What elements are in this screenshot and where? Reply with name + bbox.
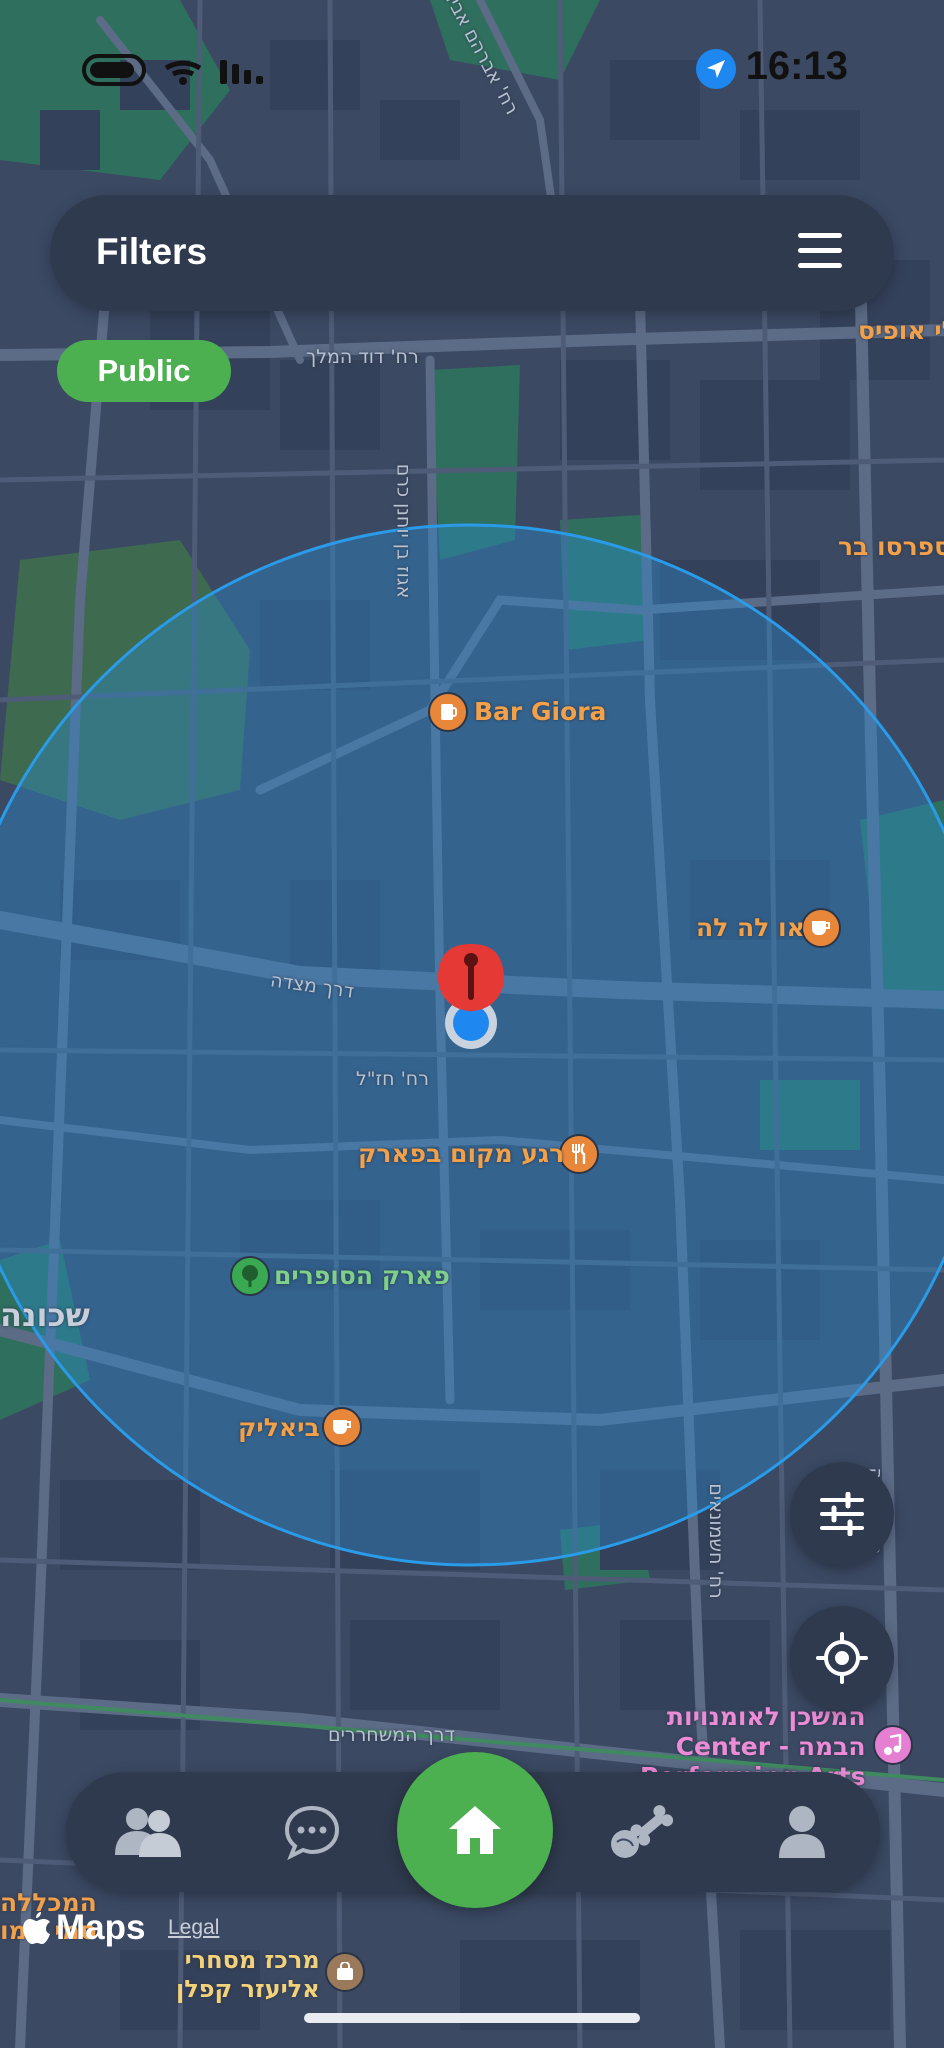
poi-merkaz[interactable]: מרכז מסחרי אליעזר קפלן [176, 1946, 320, 2004]
apple-logo-icon [23, 1912, 50, 1944]
filters-bar[interactable]: Filters [50, 195, 894, 311]
friends-icon [115, 1808, 181, 1857]
district-label: שכונה [0, 1296, 90, 1334]
cafe-icon[interactable] [322, 1407, 362, 1447]
poi-mishkan-line-2: Center - הבמה [675, 1732, 866, 1761]
street-vertical-2: רח' חשמונאים [704, 1483, 727, 1599]
bar-icon[interactable] [428, 692, 468, 732]
locate-me-button[interactable] [790, 1606, 894, 1710]
sliders-icon [820, 1492, 864, 1536]
shopping-icon[interactable] [325, 1952, 365, 1992]
status-icons [82, 54, 263, 86]
menu-button[interactable] [798, 231, 844, 271]
poi-right-top[interactable]: לי אופיס [858, 316, 944, 345]
hamburger-icon-line [798, 248, 842, 253]
poi-merkaz-line-2: אליעזר קפלן [176, 1975, 320, 2003]
maps-wordmark: Maps [56, 1908, 146, 1947]
poi-oh-la-la[interactable]: או לה לה [696, 913, 805, 942]
location-arrow-icon [696, 49, 736, 89]
hamburger-icon-line [798, 263, 842, 268]
chat-icon [284, 1805, 340, 1860]
poi-bar-giora[interactable]: Bar Giora [474, 697, 606, 726]
street-david-hamelech: רח' דוד המלך [306, 346, 419, 368]
wifi-icon [164, 60, 202, 71]
status-bar: 16:13 [0, 0, 944, 140]
street-vertical-1: אגוז בן יוחנן כרם [392, 463, 415, 599]
poi-merkaz-line-1: מרכז מסחרי [184, 1946, 320, 1974]
cafe-icon[interactable] [801, 908, 841, 948]
nav-pets[interactable] [600, 1792, 680, 1872]
home-indicator[interactable] [304, 2013, 640, 2023]
legal-link[interactable]: Legal [168, 1916, 219, 1940]
signal-icon [220, 60, 227, 84]
visibility-badge[interactable]: Public [57, 340, 231, 402]
hamburger-icon [798, 233, 842, 238]
restaurant-icon[interactable] [559, 1134, 599, 1174]
map-filter-button[interactable] [790, 1462, 894, 1566]
poi-rega[interactable]: רגע מקום בפארק [358, 1139, 564, 1168]
poi-right-mid[interactable]: ספרסו בר [838, 532, 944, 561]
profile-icon [779, 1806, 825, 1858]
filters-title: Filters [96, 231, 208, 272]
status-time: 16:13 [745, 44, 848, 88]
crosshair-icon [816, 1632, 868, 1684]
nav-friends[interactable] [108, 1792, 188, 1872]
street-hazal: רח' חז"ל [356, 1068, 429, 1090]
nav-chat[interactable] [272, 1792, 352, 1872]
dog-bone-icon [611, 1805, 673, 1858]
apple-maps-logo: Maps [22, 1908, 145, 1948]
nav-profile[interactable] [762, 1792, 842, 1872]
poi-park[interactable]: פארק הסופרים [274, 1261, 450, 1290]
home-icon [449, 1806, 501, 1854]
nav-home[interactable] [397, 1752, 553, 1908]
music-icon[interactable] [873, 1725, 913, 1765]
poi-bialik[interactable]: ביאליק [238, 1413, 320, 1442]
park-icon[interactable] [230, 1256, 270, 1296]
street-hashihrurim: דרך המשחררים [328, 1724, 455, 1746]
